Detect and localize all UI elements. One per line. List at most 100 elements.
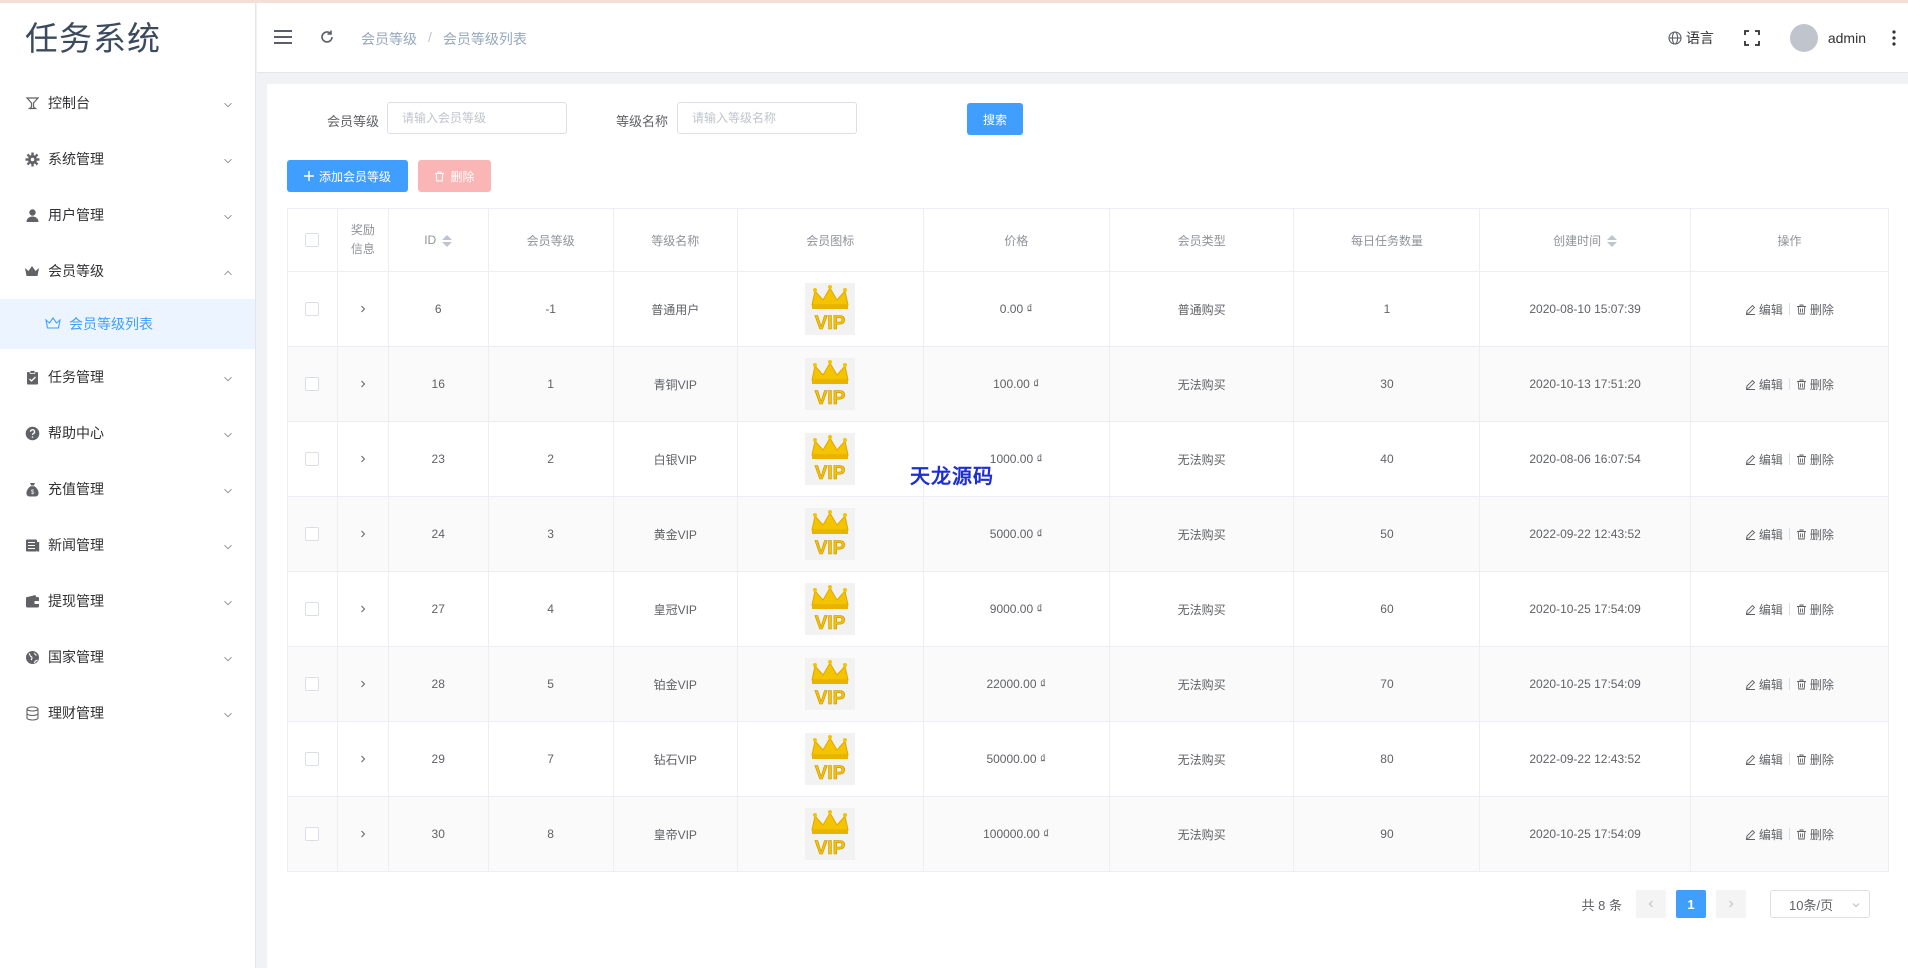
delete-button[interactable]: 删除 [1796, 826, 1834, 843]
vip-badge-text: VIP [815, 613, 846, 634]
level-filter-input[interactable] [387, 102, 567, 134]
cell-select [287, 271, 338, 347]
add-member-level-button[interactable]: 添加会员等级 [287, 160, 408, 192]
avatar[interactable] [1789, 24, 1818, 52]
delete-button[interactable]: 删除 [1796, 376, 1834, 393]
delete-button[interactable]: 删除 [1796, 526, 1834, 543]
dashboard-icon [24, 95, 40, 111]
chevron-right-icon[interactable] [359, 305, 367, 313]
cell-name: 钻石VIP [612, 721, 738, 797]
edit-button[interactable]: 编辑 [1745, 751, 1783, 768]
sidebar-item-1[interactable]: 系统管理 [0, 131, 255, 187]
batch-delete-label: 删除 [450, 169, 475, 184]
table-row: 6 -1 普通用户 VIP 0.00 ₫ 普通购买 1 2020-08-10 15:07:39… [287, 271, 1890, 347]
cell-ops: 编辑 删除 [1689, 496, 1890, 572]
pagination-total: 共 8 条 [1581, 897, 1622, 913]
action-divider [1788, 828, 1790, 840]
sidebar-item-3[interactable]: 会员等级 [0, 243, 255, 299]
row-checkbox[interactable] [305, 677, 320, 692]
edit-button[interactable]: 编辑 [1745, 526, 1783, 543]
sidebar-subitem-3-0[interactable]: 会员等级列表 [0, 299, 255, 349]
cell-id: 29 [387, 721, 489, 797]
cell-expand [336, 346, 389, 422]
page-number-1[interactable]: 1 [1676, 890, 1706, 918]
header-price: 价格 [922, 208, 1110, 272]
row-checkbox[interactable] [305, 452, 320, 467]
cell-created: 2022-09-22 12:43:52 [1479, 496, 1691, 572]
sidebar-item-5[interactable]: 帮助中心 [0, 405, 255, 461]
sidebar-item-6[interactable]: $ 充值管理 [0, 461, 255, 517]
delete-button[interactable]: 删除 [1796, 751, 1834, 768]
action-divider [1788, 603, 1790, 615]
cell-name: 黄金VIP [612, 496, 738, 572]
cell-daily-tasks: 40 [1293, 421, 1481, 497]
sidebar-item-0[interactable]: 控制台 [0, 75, 255, 131]
sidebar-item-7[interactable]: 新闻管理 [0, 517, 255, 573]
search-button[interactable]: 搜索 [967, 103, 1023, 135]
next-page-button[interactable] [1716, 890, 1746, 918]
action-divider [1788, 753, 1790, 765]
sidebar-item-2[interactable]: 用户管理 [0, 187, 255, 243]
header-created[interactable]: 创建时间 [1479, 208, 1691, 272]
prev-page-button[interactable] [1636, 890, 1666, 918]
cell-price: 5000.00 ₫ [922, 496, 1110, 572]
edit-button[interactable]: 编辑 [1745, 376, 1783, 393]
chevron-right-icon[interactable] [359, 380, 367, 388]
delete-label: 删除 [1809, 452, 1834, 467]
batch-delete-button[interactable]: 删除 [418, 160, 491, 192]
sidebar-item-8[interactable]: 提现管理 [0, 573, 255, 629]
chevron-right-icon[interactable] [359, 680, 367, 688]
chevron-right-icon[interactable] [359, 455, 367, 463]
row-checkbox[interactable] [305, 377, 320, 392]
cell-icon: VIP [736, 496, 924, 572]
edit-button[interactable]: 编辑 [1745, 301, 1783, 318]
edit-button[interactable]: 编辑 [1745, 826, 1783, 843]
chevron-right-icon[interactable] [359, 530, 367, 538]
fullscreen-icon[interactable] [1743, 30, 1760, 46]
question-icon [24, 425, 40, 441]
hamburger-icon[interactable] [274, 29, 292, 45]
cell-expand [336, 496, 389, 572]
header-id[interactable]: ID [387, 208, 489, 272]
edit-icon [1745, 379, 1755, 390]
sidebar-item-4[interactable]: 任务管理 [0, 349, 255, 405]
sort-caret-icon[interactable] [442, 234, 453, 247]
page-size-select[interactable]: 10条/页 [1770, 890, 1870, 918]
chevron-right-icon[interactable] [359, 830, 367, 838]
delete-button[interactable]: 删除 [1796, 601, 1834, 618]
name-filter-label: 等级名称 [616, 114, 669, 129]
sidebar-item-10[interactable]: 理财管理 [0, 685, 255, 741]
chevron-down-icon [223, 539, 233, 550]
row-checkbox[interactable] [305, 602, 320, 617]
language-switcher[interactable]: 语言 [1668, 28, 1714, 48]
row-checkbox[interactable] [305, 827, 320, 842]
row-actions: 编辑 删除 [1745, 676, 1834, 693]
row-checkbox[interactable] [305, 302, 320, 317]
sort-caret-icon[interactable] [1607, 235, 1618, 248]
edit-icon [1745, 829, 1755, 840]
breadcrumb-item-member-level[interactable]: 会员等级 [361, 29, 417, 49]
edit-button[interactable]: 编辑 [1745, 451, 1783, 468]
row-checkbox[interactable] [305, 527, 320, 542]
cell-id: 27 [387, 571, 489, 647]
refresh-icon[interactable] [319, 29, 335, 45]
edit-button[interactable]: 编辑 [1745, 601, 1783, 618]
select-all-checkbox[interactable] [305, 233, 320, 248]
row-checkbox[interactable] [305, 752, 320, 767]
delete-button[interactable]: 删除 [1796, 676, 1834, 693]
delete-label: 删除 [1809, 677, 1834, 692]
header-name: 等级名称 [612, 208, 738, 272]
cell-price: 22000.00 ₫ [922, 646, 1110, 722]
delete-button[interactable]: 删除 [1796, 451, 1834, 468]
chevron-right-icon[interactable] [359, 755, 367, 763]
edit-button[interactable]: 编辑 [1745, 676, 1783, 693]
header-type: 会员类型 [1108, 208, 1295, 272]
chevron-right-icon[interactable] [359, 605, 367, 613]
edit-icon [1745, 754, 1755, 765]
username[interactable]: admin [1828, 30, 1866, 46]
vip-badge-text: VIP [815, 688, 846, 709]
delete-button[interactable]: 删除 [1796, 301, 1834, 318]
sidebar-item-9[interactable]: 国家管理 [0, 629, 255, 685]
name-filter-input[interactable] [677, 102, 857, 134]
more-vertical-icon[interactable] [1892, 30, 1896, 46]
